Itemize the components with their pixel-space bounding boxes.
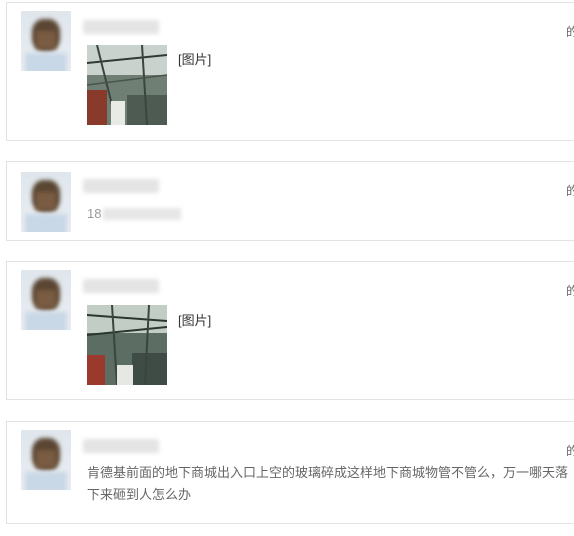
phone-number-prefix: 18 <box>87 206 102 221</box>
post-corner-text: 的 <box>566 284 574 298</box>
post-card: 的 肯德基前面的地下商城出入口上空的玻璃碎成这样地下商城物管不管么，万一哪天落下… <box>6 421 574 524</box>
post-image-thumbnail[interactable] <box>87 305 167 385</box>
image-placeholder-label: [图片] <box>178 313 212 328</box>
user-avatar[interactable] <box>21 11 71 71</box>
post-card: 的 [图片] <box>6 261 574 400</box>
post-corner-text: 的 <box>566 184 574 198</box>
username-blurred <box>83 20 159 34</box>
username-blurred <box>83 279 159 293</box>
broken-glass-photo <box>87 305 167 385</box>
phone-number-blurred <box>103 208 181 220</box>
username-blurred <box>83 179 159 193</box>
post-corner-text: 的 <box>566 444 574 458</box>
username-blurred <box>83 439 159 453</box>
user-avatar[interactable] <box>21 172 71 232</box>
glass-canopy-photo <box>87 45 167 125</box>
user-avatar[interactable] <box>21 430 71 490</box>
post-card: 的 18 <box>6 161 574 241</box>
post-message-text: 肯德基前面的地下商城出入口上空的玻璃碎成这样地下商城物管不管么，万一哪天落下来砸… <box>87 465 569 502</box>
post-image-thumbnail[interactable] <box>87 45 167 125</box>
image-placeholder-label: [图片] <box>178 52 212 67</box>
user-avatar[interactable] <box>21 270 71 330</box>
post-card: 的 [图片] <box>6 2 574 141</box>
post-corner-text: 的 <box>566 25 574 39</box>
